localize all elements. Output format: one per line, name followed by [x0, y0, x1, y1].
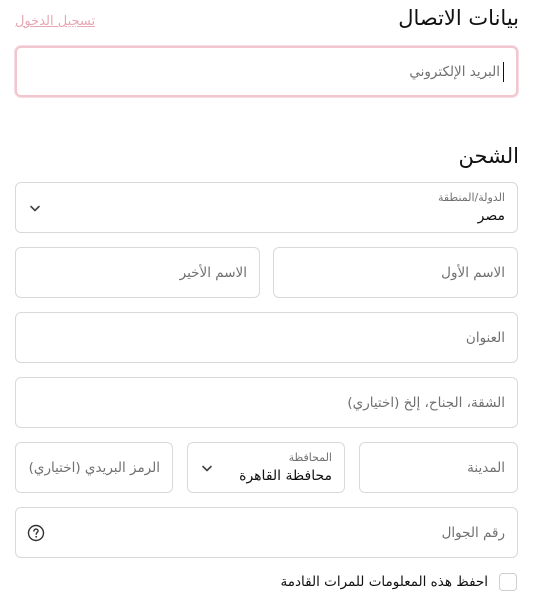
address-field[interactable]: العنوان: [15, 312, 518, 363]
governorate-value: محافظة القاهرة: [239, 468, 332, 484]
first-name-placeholder: الاسم الأول: [441, 264, 505, 281]
address-placeholder: العنوان: [465, 329, 505, 346]
login-link[interactable]: تسجيل الدخول: [15, 14, 95, 29]
phone-placeholder: رقم الجوال: [441, 524, 505, 541]
email-field[interactable]: البريد الإلكتروني: [15, 46, 518, 97]
last-name-placeholder: الاسم الأخير: [179, 264, 247, 281]
postal-code-field[interactable]: الرمز البريدي (اختياري): [15, 442, 173, 493]
city-field[interactable]: المدينة: [359, 442, 518, 493]
apartment-placeholder: الشقة، الجناح، إلخ (اختياري): [347, 394, 505, 411]
governorate-label: المحافظة: [288, 451, 332, 464]
country-label: الدولة/المنطقة: [437, 191, 505, 204]
governorate-select[interactable]: المحافظة محافظة القاهرة: [187, 442, 345, 493]
contact-heading: بيانات الاتصال: [398, 6, 519, 30]
city-placeholder: المدينة: [467, 459, 505, 476]
last-name-field[interactable]: الاسم الأخير: [15, 247, 260, 298]
help-circle-icon[interactable]: [27, 524, 45, 542]
country-select[interactable]: الدولة/المنطقة مصر: [15, 182, 518, 233]
text-caret: [503, 61, 504, 82]
postal-code-placeholder: الرمز البريدي (اختياري): [28, 459, 160, 476]
country-value: مصر: [477, 208, 505, 224]
shipping-heading: الشحن: [458, 144, 519, 168]
save-info-label: احفظ هذه المعلومات للمرات القادمة: [280, 574, 488, 590]
first-name-field[interactable]: الاسم الأول: [273, 247, 518, 298]
chevron-down-icon: [202, 465, 212, 471]
chevron-down-icon: [30, 205, 40, 211]
save-info-checkbox[interactable]: [499, 573, 517, 591]
email-placeholder: البريد الإلكتروني: [409, 63, 500, 80]
apartment-field[interactable]: الشقة، الجناح، إلخ (اختياري): [15, 377, 518, 428]
phone-field[interactable]: رقم الجوال: [15, 507, 518, 558]
